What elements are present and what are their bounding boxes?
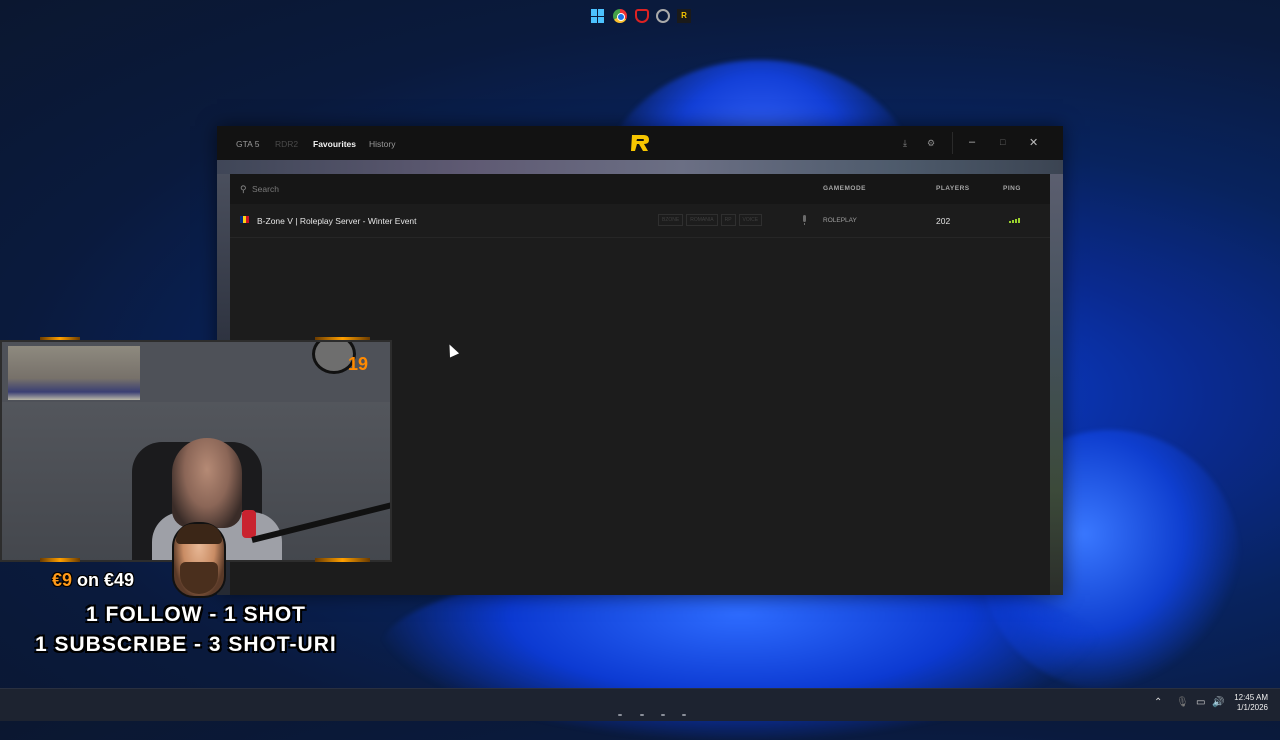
settings-sliders-icon[interactable]: ⚙ bbox=[927, 138, 935, 149]
stream-counter: 19 bbox=[348, 354, 369, 374]
taskbar-time: 12:45 AM bbox=[1234, 693, 1268, 702]
running-indicator bbox=[682, 714, 686, 716]
ping-bar bbox=[1009, 221, 1011, 223]
taskbar-date: 1/1/2026 bbox=[1236, 703, 1268, 712]
server-tag: BZONE bbox=[658, 214, 684, 226]
server-gamemode: ROLEPLAY bbox=[823, 217, 857, 224]
taskbar-clock[interactable]: 12:45 AM 1/1/2026 bbox=[1224, 693, 1268, 713]
ping-signal-icon bbox=[1009, 218, 1020, 223]
settings-app-icon[interactable] bbox=[656, 9, 670, 23]
avatar-hair bbox=[176, 524, 222, 544]
cam-frame-accent bbox=[40, 558, 80, 562]
taskbar bbox=[0, 688, 1280, 721]
minimize-button[interactable]: – bbox=[969, 136, 975, 148]
avatar-beard bbox=[180, 562, 218, 594]
tab-favourites[interactable]: Favourites bbox=[313, 139, 356, 149]
server-tag: VOICE bbox=[738, 214, 763, 226]
tab-gta5[interactable]: GTA 5 bbox=[236, 139, 259, 149]
running-indicator bbox=[640, 714, 644, 716]
download-icon[interactable]: ⤓ bbox=[903, 138, 907, 149]
background-art-right bbox=[1050, 174, 1063, 595]
cam-shelf bbox=[8, 346, 140, 400]
chrome-icon[interactable] bbox=[613, 9, 627, 23]
column-gamemode[interactable]: GAMEMODE bbox=[823, 185, 866, 192]
shield-app-icon[interactable] bbox=[635, 9, 649, 23]
column-players[interactable]: PLAYERS bbox=[936, 185, 970, 192]
server-tag: RP bbox=[720, 214, 736, 226]
running-indicator bbox=[661, 714, 665, 716]
server-tags: BZONE ROMANIA RP VOICE bbox=[658, 214, 763, 226]
server-tag: ROMANIA bbox=[686, 214, 718, 226]
tray-chevron-up-icon[interactable]: ⌃ bbox=[1154, 697, 1162, 708]
flag-icon bbox=[240, 216, 249, 223]
tray-display-icon[interactable]: ▭ bbox=[1196, 697, 1205, 708]
promo-follow-text: 1 FOLLOW - 1 SHOT bbox=[86, 603, 306, 626]
redm-app-icon[interactable]: R bbox=[677, 9, 691, 23]
start-icon[interactable] bbox=[591, 9, 605, 23]
promo-price: €9 on €49 bbox=[52, 570, 134, 591]
cam-person bbox=[172, 438, 242, 528]
promo-price-amount: €9 bbox=[52, 570, 73, 590]
tab-history[interactable]: History bbox=[369, 139, 395, 149]
promo-price-total: on €49 bbox=[77, 570, 135, 590]
streamer-avatar bbox=[172, 522, 226, 598]
voice-mic-icon bbox=[803, 215, 806, 225]
ping-bar bbox=[1018, 218, 1020, 223]
promo-subscribe-text: 1 SUBSCRIBE - 3 SHOT-URI bbox=[35, 633, 337, 656]
header-banner-art bbox=[217, 160, 1063, 174]
cam-frame-accent bbox=[315, 558, 370, 562]
title-bar[interactable]: GTA 5 RDR2 Favourites History ⤓ ⚙ – □ ✕ bbox=[217, 126, 1063, 160]
titlebar-divider bbox=[952, 132, 953, 154]
search-input[interactable] bbox=[252, 183, 452, 195]
ping-bar bbox=[1012, 220, 1014, 223]
server-players: 202 bbox=[936, 216, 951, 226]
tray-volume-icon[interactable]: 🔊 bbox=[1212, 697, 1224, 708]
server-row[interactable]: B-Zone V | Roleplay Server - Winter Even… bbox=[230, 204, 1050, 238]
running-indicator bbox=[618, 714, 622, 716]
search-icon: ⚲ bbox=[240, 184, 247, 194]
ping-bar bbox=[1015, 219, 1017, 223]
tab-rdr2[interactable]: RDR2 bbox=[275, 139, 298, 149]
list-header: ⚲ GAMEMODE PLAYERS PING bbox=[230, 174, 1050, 204]
column-ping[interactable]: PING bbox=[1003, 185, 1021, 192]
tray-mic-icon[interactable]: 🎙 bbox=[1176, 697, 1189, 708]
server-name: B-Zone V | Roleplay Server - Winter Even… bbox=[257, 216, 417, 226]
maximize-button[interactable]: □ bbox=[1000, 137, 1005, 147]
flag-stripe bbox=[246, 216, 249, 223]
close-button[interactable]: ✕ bbox=[1029, 136, 1038, 149]
app-logo-icon bbox=[631, 135, 649, 151]
cam-microphone bbox=[242, 510, 256, 538]
